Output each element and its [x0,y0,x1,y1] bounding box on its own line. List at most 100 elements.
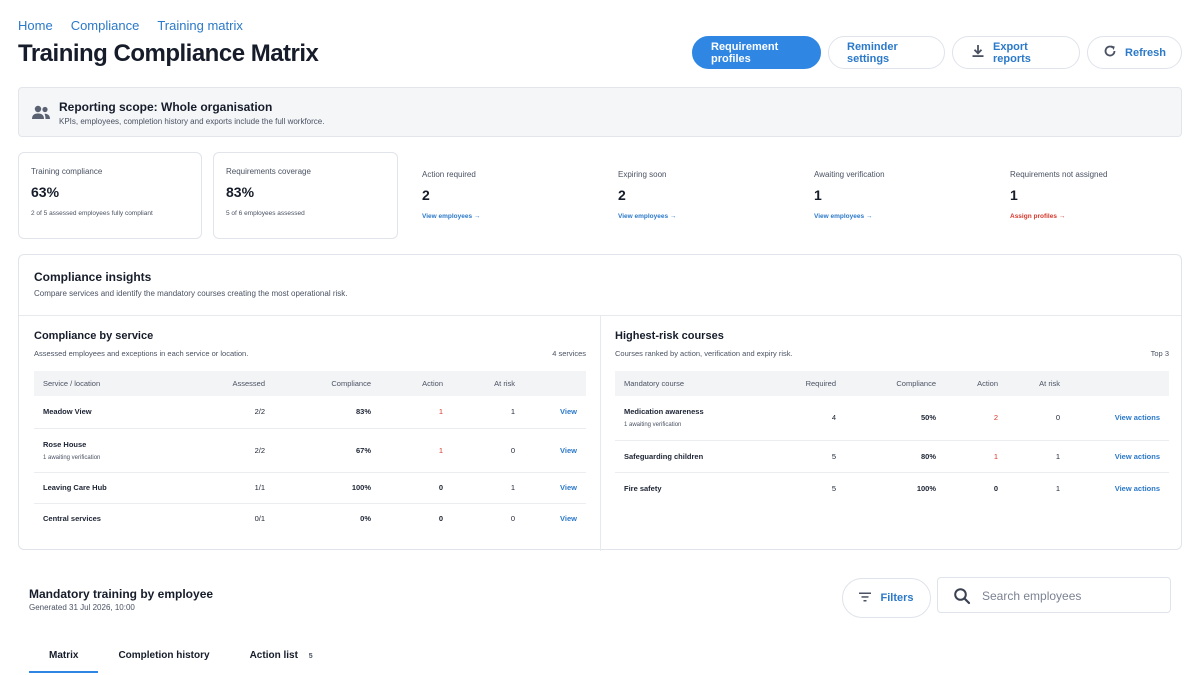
view-actions-link[interactable]: View actions [1069,440,1169,473]
compliance-insights-panel: Compliance insights Compare services and… [18,254,1182,551]
at-risk-cell: 1 [452,396,524,429]
view-employees-link[interactable]: View employees → [422,213,480,220]
kpi-value: 2 [422,187,430,203]
panel-title: Compliance by service [34,330,154,342]
tab-label: Matrix [49,650,79,661]
column-header: At risk [494,379,515,388]
action-cell: 0 [438,514,443,524]
view-actions-link[interactable]: View actions [1069,396,1169,441]
course-count: Top 3 [1150,349,1169,358]
service-table: Service / location Assessed Compliance A… [34,371,586,534]
panel-subtitle: Assessed employees and exceptions in eac… [34,349,249,358]
view-link[interactable]: View [524,396,586,429]
at-risk-cell: 1 [452,472,524,504]
course-name: Medication awareness [624,407,704,417]
kpi-requirements-coverage: Requirements coverage 83% 5 of 6 employe… [213,152,398,239]
service-count: 4 services [552,349,586,358]
kpi-requirements-not-assigned: Requirements not assigned 1 Assign profi… [1010,152,1190,239]
tab-matrix[interactable]: Matrix [29,640,99,673]
table-row: Leaving Care Hub 1/1 100% 0 1 View [34,472,586,504]
search-icon [954,588,971,605]
compliance-cell: 0% [360,514,371,524]
scope-title: Reporting scope: Whole organisation [59,100,273,114]
assessed-cell: 2/2 [194,428,274,473]
compliance-by-service: Compliance by service Assessed employees… [34,316,586,551]
scope-subtitle: KPIs, employees, completion history and … [59,117,325,126]
table-header-row: Mandatory course Required Compliance Act… [615,371,1169,396]
panel-divider [600,316,601,551]
action-count-badge: 5 [308,653,313,660]
kpi-value: 63% [31,184,60,200]
filters-label: Filters [880,592,914,604]
breadcrumb-training-matrix[interactable]: Training matrix [157,18,242,33]
course-name: Fire safety [624,483,662,493]
action-cell: 1 [380,428,452,473]
tab-action-list[interactable]: Action list 5 [230,640,333,673]
refresh-button[interactable]: Refresh [1087,36,1182,69]
kpi-subtext: 2 of 5 assessed employees fully complian… [31,210,153,217]
service-name: Rose House [43,439,87,449]
generated-timestamp: Generated 31 Jul 2026, 10:00 [29,603,135,612]
kpi-value: 1 [814,187,822,203]
course-name: Safeguarding children [615,440,775,473]
column-header: At risk [1039,379,1060,388]
kpi-action-required: Action required 2 View employees → [422,152,602,239]
at-risk-cell: 0 [510,514,515,524]
requirement-profiles-button[interactable]: Requirement profiles [692,36,821,69]
course-name-cell: Medication awareness 1 awaiting verifica… [615,396,775,441]
required-cell: 5 [831,483,836,493]
at-risk-cell: 1 [1055,483,1060,493]
view-employees-link[interactable]: View employees → [618,213,676,220]
view-actions-link[interactable]: View actions [1069,472,1169,504]
kpi-label: Action required [422,170,476,179]
employee-section-title: Mandatory training by employee [29,587,214,601]
at-risk-cell: 1 [1007,440,1069,473]
service-name: Meadow View [34,396,194,429]
service-name-cell: Rose House 1 awaiting verification [34,428,194,473]
panel-title: Highest-risk courses [615,330,724,342]
insights-header: Compliance insights Compare services and… [19,255,1181,316]
assessed-cell: 0/1 [254,514,265,524]
search-box [937,577,1171,613]
view-link[interactable]: View [524,428,586,473]
view-link[interactable]: View [524,503,586,534]
kpi-label: Training compliance [31,167,103,176]
insights-subtitle: Compare services and identify the mandat… [34,289,348,298]
view-link[interactable]: View [524,472,586,504]
service-name: Central services [43,514,101,524]
service-name: Leaving Care Hub [34,472,194,504]
breadcrumb-compliance[interactable]: Compliance [71,18,140,33]
table-row: Fire safety 5 100% 0 1 View actions [615,472,1169,504]
requirement-profiles-label: Requirement profiles [711,40,779,65]
people-icon [31,104,51,120]
action-cell: 2 [945,396,1007,441]
highest-risk-courses: Highest-risk courses Courses ranked by a… [615,316,1169,551]
column-header: Mandatory course [624,379,685,388]
export-reports-button[interactable]: Export reports [952,36,1080,69]
table-row: Safeguarding children 5 80% 1 1 View act… [615,440,1169,473]
compliance-cell: 100% [274,472,380,504]
breadcrumb-home[interactable]: Home [18,18,53,33]
table-header-row: Service / location Assessed Compliance A… [34,371,586,396]
search-input[interactable] [982,586,1162,606]
verification-note: 1 awaiting verification [43,454,101,461]
required-cell: 4 [775,396,845,441]
table-row: Meadow View 2/2 83% 1 1 View [34,396,586,429]
assign-profiles-link[interactable]: Assign profiles → [1010,213,1065,220]
reminder-settings-button[interactable]: Reminder settings [828,36,945,69]
filters-button[interactable]: Filters [842,578,931,618]
kpi-value: 1 [1010,187,1018,203]
tab-label: Completion history [118,650,210,661]
kpi-subtext: 5 of 6 employees assessed [226,210,305,217]
column-header [524,371,586,396]
page-title: Training Compliance Matrix [18,40,319,67]
column-header: Compliance [331,379,371,388]
tab-completion-history[interactable]: Completion history [98,640,229,673]
compliance-cell: 83% [274,396,380,429]
panel-subtitle: Courses ranked by action, verification a… [615,349,793,358]
table-row: Medication awareness 1 awaiting verifica… [615,396,1169,441]
kpi-value: 83% [226,184,255,200]
compliance-cell: 67% [274,428,380,473]
kpi-expiring-soon: Expiring soon 2 View employees → [618,152,798,239]
view-employees-link[interactable]: View employees → [814,213,872,220]
